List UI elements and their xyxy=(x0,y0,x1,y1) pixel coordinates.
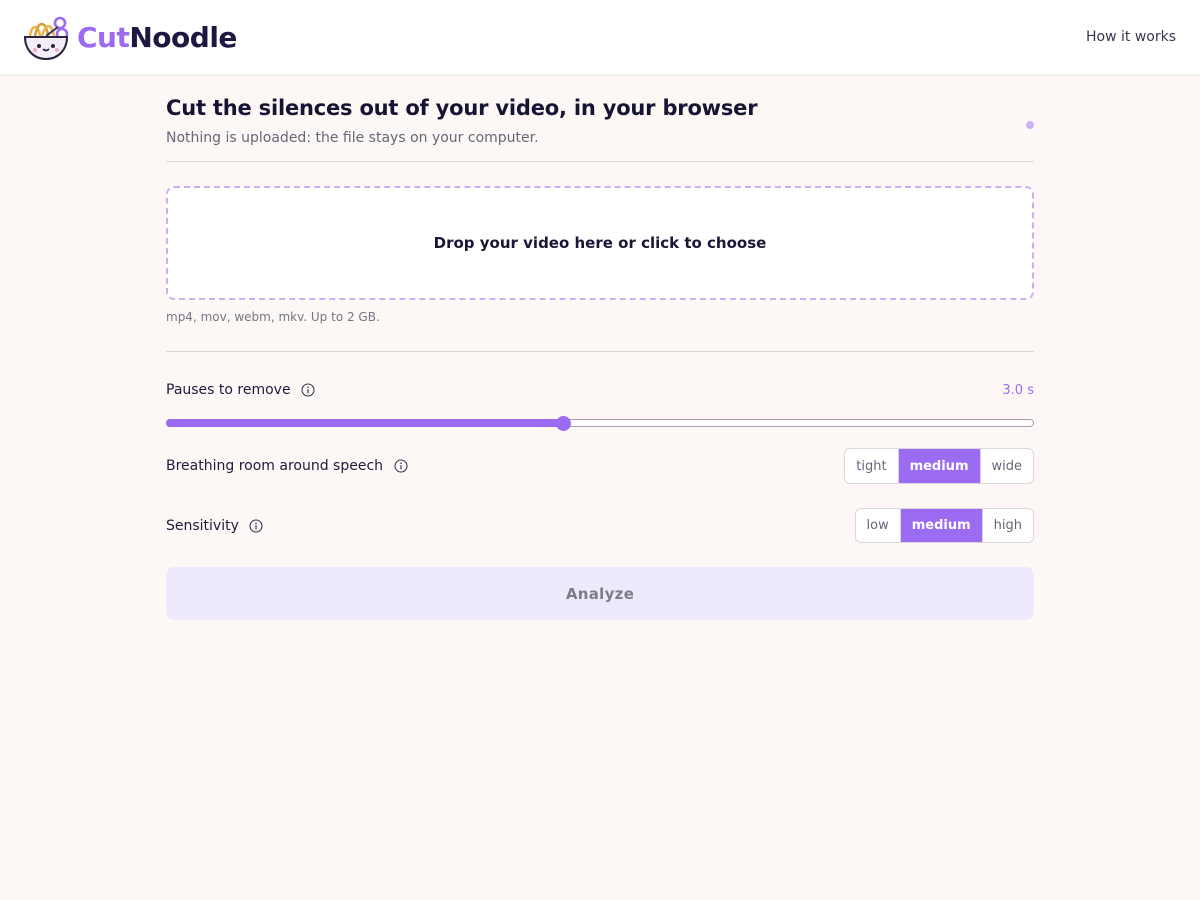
logo[interactable]: CutNoodle xyxy=(22,14,237,62)
top-bar: CutNoodle How it works xyxy=(0,0,1200,76)
dropzone-label: Drop your video here or click to choose xyxy=(433,234,767,252)
pauses-slider[interactable] xyxy=(166,416,1034,431)
info-icon[interactable] xyxy=(249,518,263,533)
info-icon[interactable] xyxy=(394,459,408,473)
logo-text: CutNoodle xyxy=(77,14,237,62)
status-dot xyxy=(1026,121,1034,129)
breathing-label-group: Breathing room around speech xyxy=(166,458,408,474)
divider xyxy=(166,351,1034,352)
main-content: Cut the silences out of your video, in y… xyxy=(166,96,1034,620)
formats-hint: mp4, mov, webm, mkv. Up to 2 GB. xyxy=(166,310,380,324)
breathing-option-wide[interactable]: wide xyxy=(979,449,1034,483)
sensitivity-label-group: Sensitivity xyxy=(166,518,263,534)
divider xyxy=(166,161,1034,162)
page-title: Cut the silences out of your video, in y… xyxy=(166,96,758,120)
page-subtitle: Nothing is uploaded: the file stays on y… xyxy=(166,130,539,146)
video-dropzone[interactable]: Drop your video here or click to choose xyxy=(166,186,1034,300)
logo-text-cut: Cut xyxy=(77,21,130,54)
sensitivity-label: Sensitivity xyxy=(166,517,239,534)
breathing-setting: Breathing room around speech tight mediu… xyxy=(166,448,1034,484)
slider-fill xyxy=(166,419,563,427)
pauses-label-group: Pauses to remove xyxy=(166,382,315,398)
analyze-button[interactable]: Analyze xyxy=(166,567,1034,620)
info-icon[interactable] xyxy=(301,383,315,397)
sensitivity-setting: Sensitivity low medium high xyxy=(166,508,1034,543)
sensitivity-option-low[interactable]: low xyxy=(856,509,900,542)
pauses-value: 3.0 s xyxy=(1002,382,1034,398)
breathing-option-tight[interactable]: tight xyxy=(845,449,897,483)
noodle-bowl-scissors-icon xyxy=(23,16,69,61)
sensitivity-segmented-control: low medium high xyxy=(854,508,1034,543)
sensitivity-option-medium[interactable]: medium xyxy=(899,509,982,542)
pauses-label: Pauses to remove xyxy=(166,382,291,398)
breathing-segmented-control: tight medium wide xyxy=(844,448,1034,484)
sensitivity-option-high[interactable]: high xyxy=(981,509,1033,542)
slider-thumb[interactable] xyxy=(555,416,571,431)
how-it-works-link[interactable]: How it works xyxy=(1086,29,1176,45)
logo-text-noodle: Noodle xyxy=(129,21,237,54)
pauses-setting: Pauses to remove 3.0 s xyxy=(166,380,1034,400)
breathing-label: Breathing room around speech xyxy=(166,458,384,474)
breathing-option-medium[interactable]: medium xyxy=(897,449,980,483)
